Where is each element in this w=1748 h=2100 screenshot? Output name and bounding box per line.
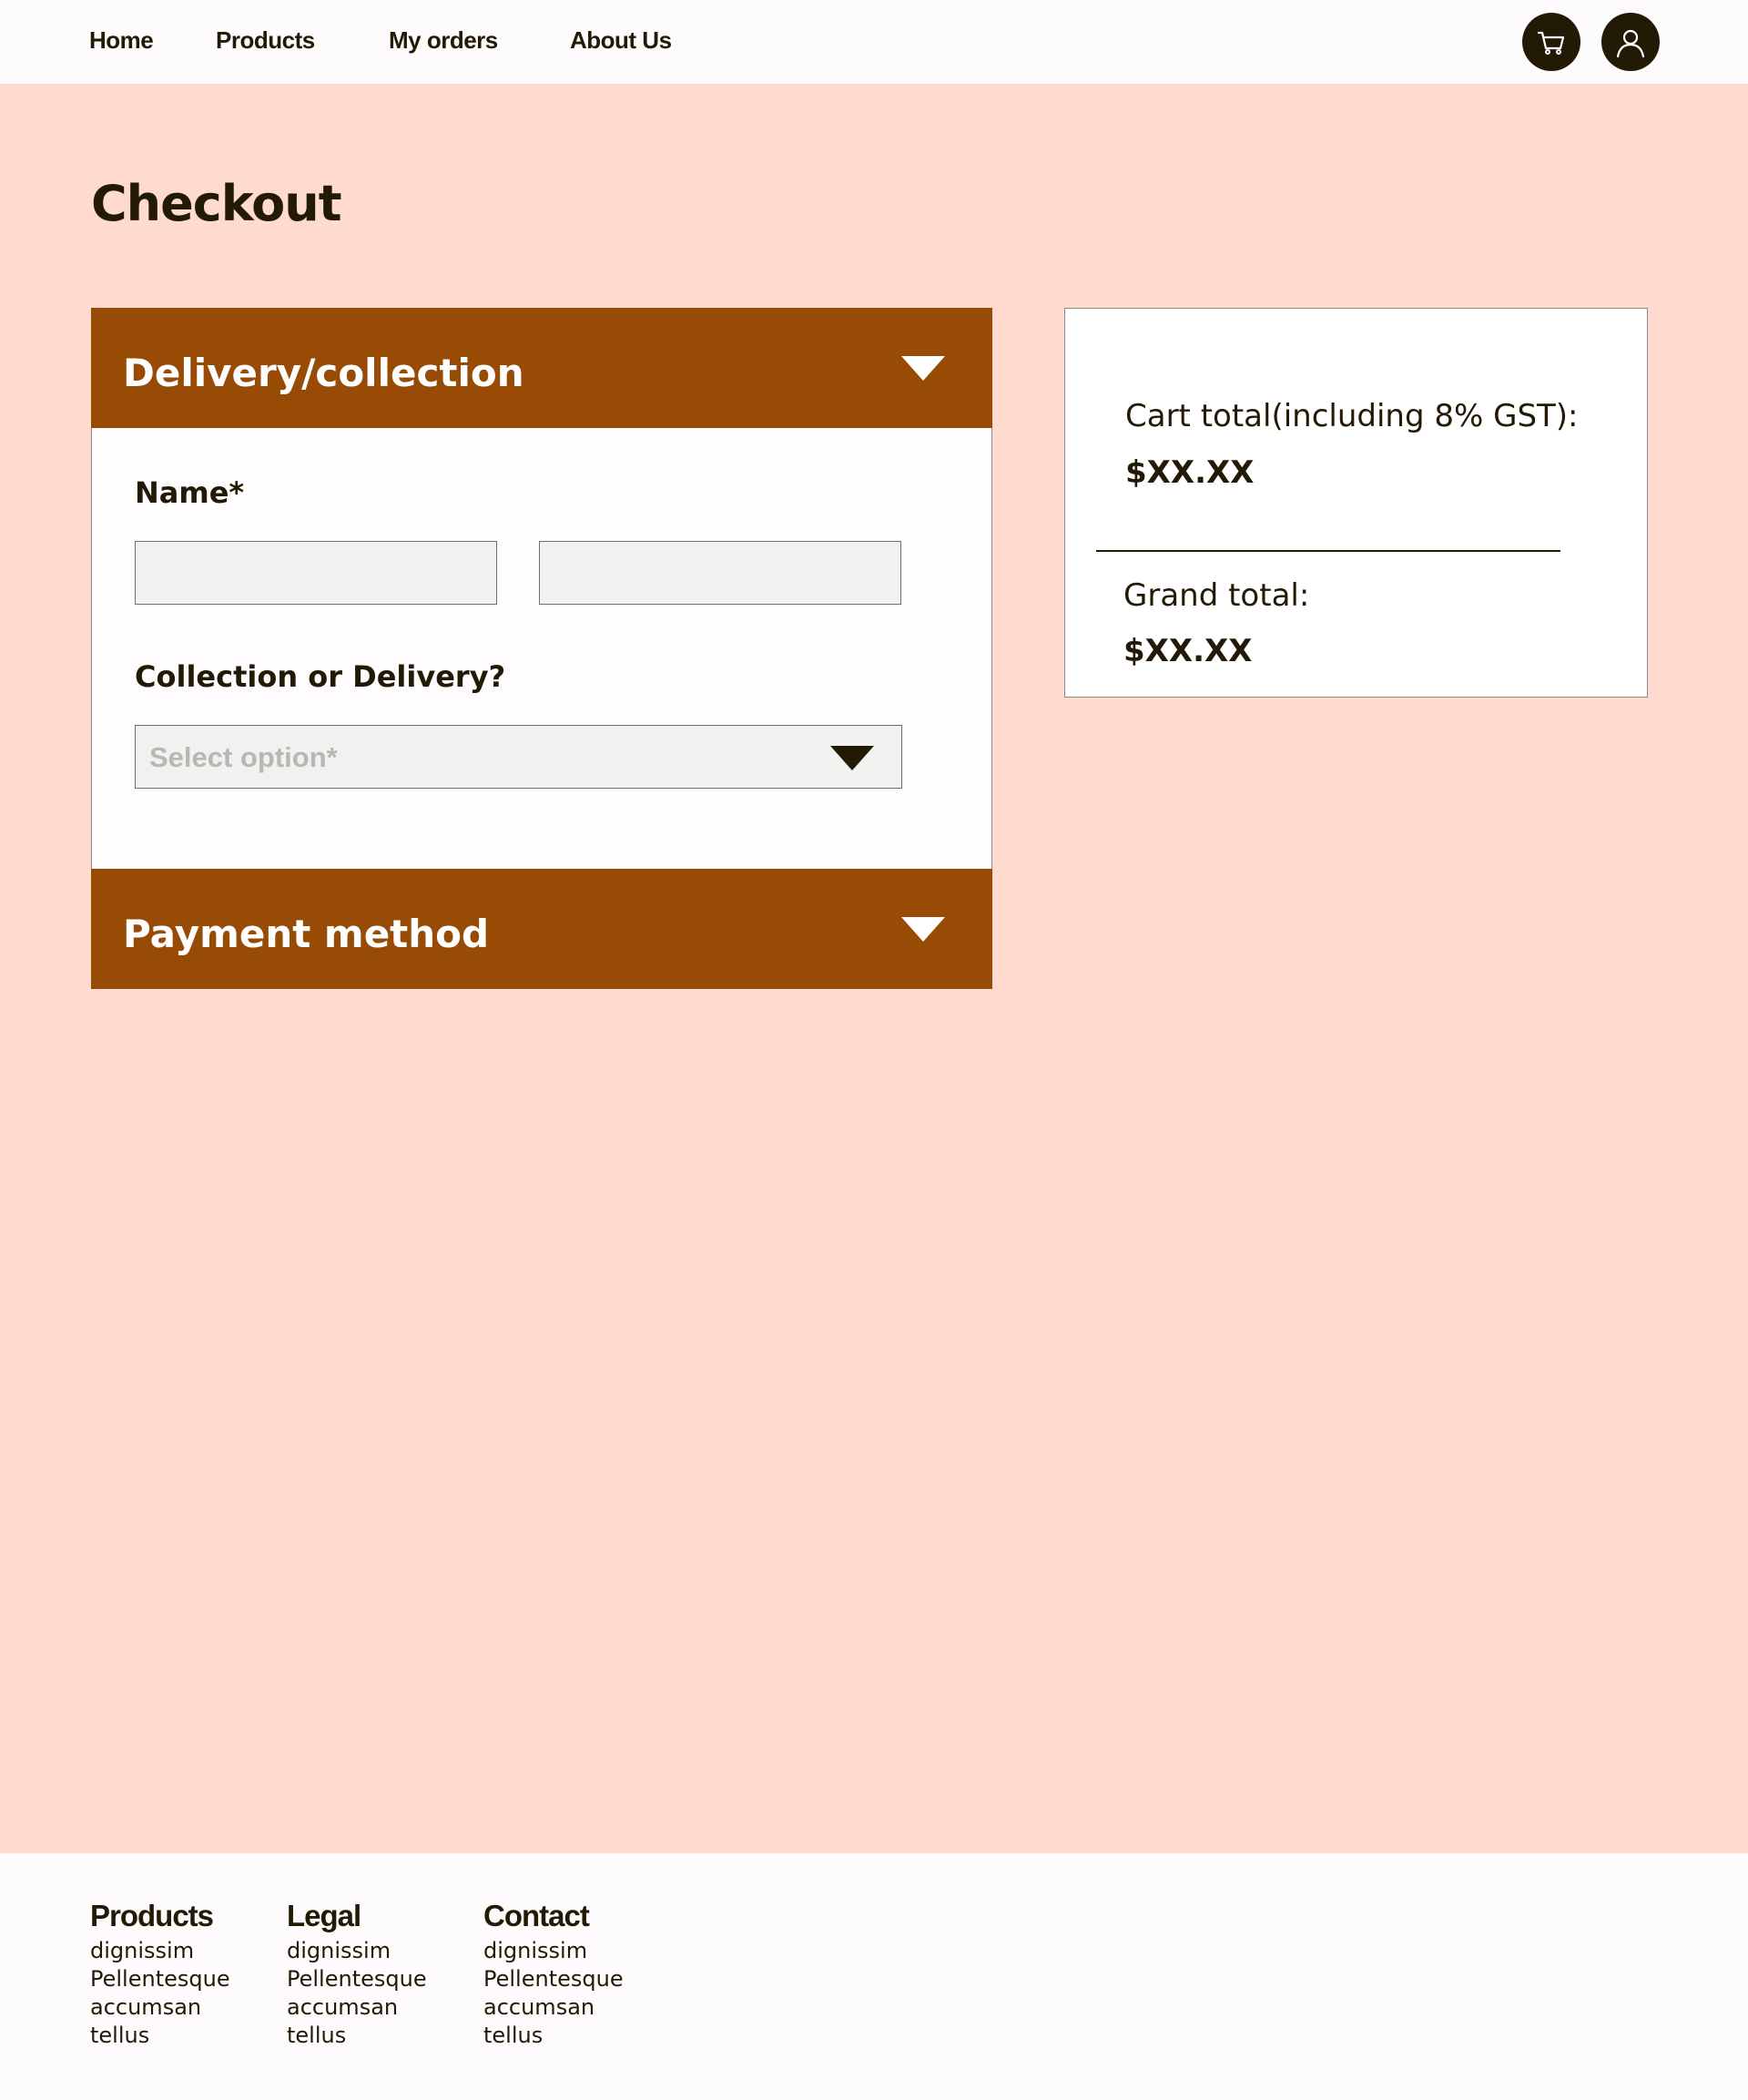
cart-total-label: Cart total(including 8% GST): [1125, 398, 1579, 434]
footer-link[interactable]: tellus [287, 2022, 427, 2050]
payment-section-header[interactable]: Payment method [91, 869, 992, 989]
grand-total-value: $XX.XX [1123, 633, 1253, 669]
account-button[interactable] [1601, 13, 1660, 71]
footer-link[interactable]: dignissim [287, 1937, 427, 1965]
footer-heading: Contact [483, 1899, 590, 1932]
footer-link[interactable]: accumsan [287, 1993, 427, 2022]
payment-section-title: Payment method [123, 912, 490, 956]
cart-total-value: $XX.XX [1125, 454, 1255, 491]
nav-about-us-link[interactable]: About Us [570, 26, 672, 55]
name-label: Name* [135, 475, 245, 510]
footer: Products dignissim Pellentesque accumsan… [0, 1853, 1748, 2100]
select-placeholder: Select option* [149, 741, 338, 773]
collection-delivery-label: Collection or Delivery? [135, 659, 506, 694]
summary-divider [1096, 550, 1560, 552]
footer-heading: Products [90, 1899, 214, 1932]
last-name-input[interactable] [539, 541, 901, 605]
delivery-section-title: Delivery/collection [123, 351, 524, 395]
footer-column-contact: Contact dignissim Pellentesque accumsan … [483, 1899, 624, 2050]
footer-heading: Legal [287, 1899, 361, 1932]
nav-home-link[interactable]: Home [89, 26, 154, 55]
footer-link[interactable]: tellus [483, 2022, 624, 2050]
footer-column-legal: Legal dignissim Pellentesque accumsan te… [287, 1899, 427, 2050]
order-summary-card: Cart total(including 8% GST): $XX.XX Gra… [1064, 308, 1648, 698]
footer-link[interactable]: Pellentesque [483, 1965, 624, 1993]
nav-my-orders-link[interactable]: My orders [389, 26, 498, 55]
footer-link[interactable]: accumsan [90, 1993, 230, 2022]
footer-link[interactable]: dignissim [483, 1937, 624, 1965]
grand-total-label: Grand total: [1123, 577, 1310, 614]
chevron-down-icon [901, 356, 945, 381]
checkout-accordion: Delivery/collection Name* Collection or … [91, 308, 992, 989]
first-name-input[interactable] [135, 541, 497, 605]
footer-column-products: Products dignissim Pellentesque accumsan… [90, 1899, 230, 2050]
nav-products-link[interactable]: Products [216, 26, 315, 55]
footer-link[interactable]: Pellentesque [90, 1965, 230, 1993]
delivery-section-body: Name* Collection or Delivery? Select opt… [91, 428, 992, 869]
cart-button[interactable] [1522, 13, 1580, 71]
chevron-down-icon [830, 746, 874, 770]
collection-delivery-select[interactable]: Select option* [135, 725, 902, 789]
footer-link[interactable]: accumsan [483, 1993, 624, 2022]
footer-link[interactable]: tellus [90, 2022, 230, 2050]
shopping-cart-icon [1537, 31, 1565, 55]
page-title: Checkout [91, 175, 342, 232]
top-nav: Home Products My orders About Us [0, 0, 1748, 84]
footer-link[interactable]: dignissim [90, 1937, 230, 1965]
chevron-down-icon [901, 917, 945, 942]
footer-link[interactable]: Pellentesque [287, 1965, 427, 1993]
user-icon [1616, 29, 1645, 58]
delivery-section-header[interactable]: Delivery/collection [91, 308, 992, 428]
